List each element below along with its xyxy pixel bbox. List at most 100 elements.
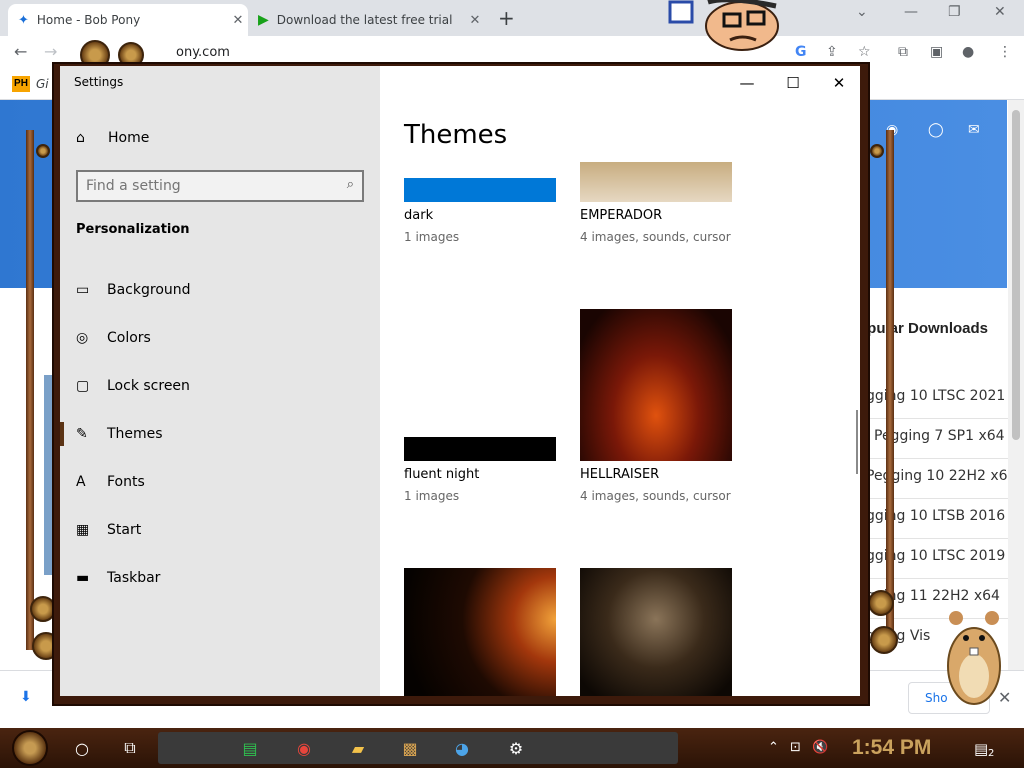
photo-app-icon[interactable]: ▩: [396, 734, 424, 762]
divider: [858, 578, 1008, 579]
browser-minimize-button[interactable]: —: [904, 4, 918, 20]
new-tab-button[interactable]: +: [498, 6, 515, 30]
file-explorer-icon[interactable]: ▰: [344, 734, 372, 762]
download-file-icon[interactable]: ⬇: [20, 689, 32, 705]
theme-meta: 1 images: [404, 230, 460, 244]
taskbar-clock[interactable]: 1:54 PM: [852, 736, 931, 760]
maximize-button[interactable]: ☐: [778, 74, 808, 94]
start-button[interactable]: [12, 730, 48, 766]
sidebar-item-taskbar[interactable]: ▬ Taskbar: [60, 558, 380, 598]
theme-name: EMPERADOR: [580, 208, 663, 223]
tab-home-bob-pony[interactable]: ✦ Home - Bob Pony ✕: [8, 4, 248, 36]
steampunk-pipe: [26, 130, 34, 650]
nav-home-label: Home: [108, 130, 150, 146]
sidebar-item-label: Themes: [107, 426, 163, 442]
sidebar-item-colors[interactable]: ◎ Colors: [60, 318, 380, 358]
hamster-mascot-icon: [947, 611, 1001, 705]
tab-download-trial[interactable]: ▶ Download the latest free trial ✕: [250, 4, 485, 36]
profile-avatar-icon[interactable]: ●: [962, 44, 974, 60]
theme-tile-steampunk[interactable]: [580, 568, 732, 696]
browser-tab-strip: ✦ Home - Bob Pony ✕ ▶ Download the lates…: [0, 0, 1024, 36]
share-icon[interactable]: ⇪: [826, 44, 838, 60]
tab-title: Download the latest free trial: [276, 13, 453, 27]
palette-icon: ◎: [76, 330, 89, 346]
mail-icon[interactable]: ✉: [968, 122, 980, 138]
divider: [858, 498, 1008, 499]
window-title: Settings: [74, 75, 124, 89]
theme-tile-space[interactable]: [404, 568, 556, 696]
taskbar-icon: ▬: [76, 570, 90, 586]
popular-download-link[interactable]: Pegging 7 SP1 x64: [874, 428, 1016, 444]
theme-preview: [580, 162, 732, 202]
sidebar-item-themes[interactable]: ✎ Themes: [60, 414, 380, 454]
close-button[interactable]: ✕: [824, 74, 854, 94]
bookmark-label[interactable]: Gi: [36, 77, 49, 91]
page-scrollbar-thumb[interactable]: [1012, 110, 1020, 440]
forward-button[interactable]: →: [44, 42, 57, 61]
task-view-icon[interactable]: ⧉: [116, 734, 144, 762]
lock-screen-icon: ▢: [76, 378, 90, 394]
sidebar-item-label: Lock screen: [107, 378, 190, 394]
extensions-icon[interactable]: ⧉: [898, 44, 908, 60]
theme-tile-hellraiser[interactable]: HELLRAISER 4 images, sounds, cursor: [580, 309, 732, 509]
theme-tile-emperador[interactable]: EMPERADOR 4 images, sounds, cursor: [580, 162, 732, 252]
minimize-button[interactable]: —: [732, 74, 762, 94]
content-scrollbar[interactable]: [856, 410, 858, 474]
find-setting-input[interactable]: [86, 177, 334, 195]
theme-meta: 4 images, sounds, cursor: [580, 230, 731, 244]
producthunt-bookmark-icon[interactable]: PH: [12, 76, 30, 92]
chevron-down-icon[interactable]: ⌄: [856, 4, 868, 20]
settings-window: Settings ⌂ Home ⌕ Personalization ▭ Back…: [60, 66, 860, 696]
browser-restore-button[interactable]: ❐: [948, 4, 961, 20]
find-setting-box[interactable]: ⌕: [76, 170, 364, 202]
browser-menu-icon[interactable]: ⋮: [998, 44, 1012, 60]
picture-icon: ▭: [76, 282, 90, 298]
divider: [858, 418, 1008, 419]
theme-preview: [580, 309, 732, 461]
network-status-icon[interactable]: ⊡: [790, 740, 801, 755]
theme-name: HELLRAISER: [580, 467, 660, 482]
tray-chevron-icon[interactable]: ⌃: [768, 740, 779, 755]
theme-tile-dark[interactable]: dark 1 images: [404, 162, 556, 252]
side-panel-icon[interactable]: ▣: [930, 44, 943, 60]
sidebar-item-lock-screen[interactable]: ▢ Lock screen: [60, 366, 380, 406]
address-bar[interactable]: ony.com: [176, 45, 230, 60]
sidebar-item-label: Taskbar: [107, 570, 161, 586]
page-scrollbar[interactable]: [1008, 100, 1024, 670]
sidebar-item-background[interactable]: ▭ Background: [60, 270, 380, 310]
tab-close-icon[interactable]: ✕: [228, 13, 248, 28]
home-icon: ⌂: [76, 130, 85, 146]
divider: [858, 538, 1008, 539]
chrome-icon[interactable]: ◉: [290, 734, 318, 762]
notification-center-icon[interactable]: ▤: [974, 740, 988, 758]
theme-tile-fluent-night[interactable]: fluent night 1 images: [404, 309, 556, 509]
back-button[interactable]: ←: [14, 42, 27, 61]
volume-muted-icon[interactable]: 🔇: [812, 740, 828, 755]
github-icon[interactable]: ◯: [928, 122, 944, 138]
play-favicon-icon: ▶: [258, 12, 269, 28]
search-icon: ⌕: [346, 177, 354, 192]
theme-preview: [404, 568, 556, 696]
theme-name: dark: [404, 208, 434, 223]
sidebar-item-fonts[interactable]: A Fonts: [60, 462, 380, 502]
theme-meta: 1 images: [404, 489, 460, 503]
tab-title: Home - Bob Pony: [36, 13, 141, 27]
tab-close-icon[interactable]: ✕: [465, 13, 485, 28]
google-icon[interactable]: G: [795, 44, 807, 60]
sidebar-item-label: Colors: [107, 330, 151, 346]
gear-icon: [870, 626, 898, 654]
bookmark-star-icon[interactable]: ☆: [858, 44, 871, 60]
cartoon-face-icon: [668, 0, 779, 51]
nav-home[interactable]: ⌂ Home: [76, 128, 149, 148]
sidebar-item-start[interactable]: ▦ Start: [60, 510, 380, 550]
settings-gear-icon[interactable]: ⚙: [502, 734, 530, 762]
settings-content: — ☐ ✕ Themes dark 1 images EMPERADOR 4 i…: [380, 66, 860, 696]
themes-brush-icon: ✎: [76, 426, 88, 442]
green-app-icon[interactable]: ▤: [236, 734, 264, 762]
cortana-icon[interactable]: ○: [68, 734, 96, 762]
divider: [858, 458, 1008, 459]
browser-close-button[interactable]: ✕: [994, 4, 1006, 20]
gear-icon: [868, 590, 894, 616]
network-app-icon[interactable]: ◕: [448, 734, 476, 762]
settings-sidebar: Settings ⌂ Home ⌕ Personalization ▭ Back…: [60, 66, 380, 696]
